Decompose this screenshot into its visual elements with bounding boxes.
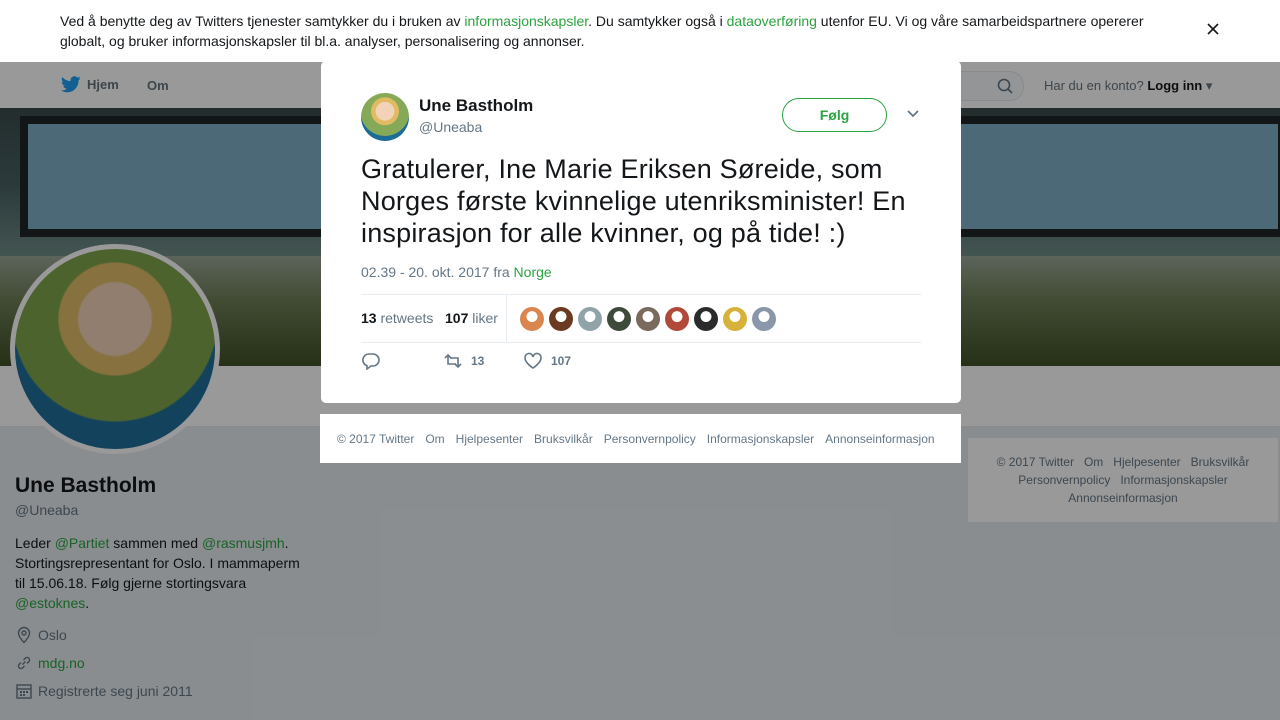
tweet-modal: Une Bastholm @Uneaba Følg Gratulerer, In… bbox=[321, 61, 961, 403]
likes-label: liker bbox=[472, 310, 498, 326]
footer-link[interactable]: Personvernpolicy bbox=[604, 432, 696, 446]
retweet-button[interactable]: 13 bbox=[443, 352, 484, 370]
tweet-time[interactable]: 02.39 - 20. okt. 2017 fra bbox=[361, 264, 514, 280]
follow-label: Følg bbox=[819, 107, 850, 123]
cookie-text-part: . Du samtykker også i bbox=[588, 13, 727, 29]
liker-avatar[interactable] bbox=[607, 307, 631, 331]
footer-link[interactable]: Om bbox=[425, 432, 444, 446]
retweet-icon bbox=[444, 353, 462, 369]
cookie-link-informasjonskapsler[interactable]: informasjonskapsler bbox=[464, 13, 588, 29]
like-count: 107 bbox=[551, 354, 572, 368]
stats-divider bbox=[506, 295, 507, 342]
retweets-stat[interactable]: 13 retweets bbox=[361, 310, 433, 326]
footer-link[interactable]: Hjelpesenter bbox=[456, 432, 523, 446]
modal-close-button[interactable] bbox=[1232, 10, 1260, 38]
close-icon bbox=[1207, 23, 1219, 35]
more-options-button[interactable] bbox=[905, 107, 921, 119]
liker-avatar[interactable] bbox=[723, 307, 747, 331]
tweet-author-avatar[interactable] bbox=[361, 93, 409, 141]
liker-avatar[interactable] bbox=[549, 307, 573, 331]
like-button[interactable]: 107 bbox=[523, 352, 571, 370]
cookie-banner: Ved å benytte deg av Twitters tjenester … bbox=[0, 0, 1280, 62]
cookie-text: Ved å benytte deg av Twitters tjenester … bbox=[60, 11, 1170, 51]
close-icon bbox=[1237, 15, 1255, 33]
liker-avatar[interactable] bbox=[520, 307, 544, 331]
footer-link[interactable]: © 2017 Twitter bbox=[337, 432, 414, 446]
footer-link[interactable]: Informasjonskapsler bbox=[707, 432, 814, 446]
likes-stat[interactable]: 107 liker bbox=[445, 310, 498, 326]
reply-button[interactable] bbox=[361, 352, 381, 370]
retweets-label: retweets bbox=[380, 310, 434, 326]
footer-link[interactable]: Annonseinformasjon bbox=[825, 432, 934, 446]
retweet-count: 13 bbox=[471, 354, 485, 368]
cookie-text-part: Ved å benytte deg av Twitters tjenester … bbox=[60, 13, 465, 29]
tweet-text: Gratulerer, Ine Marie Eriksen Søreide, s… bbox=[361, 154, 906, 248]
footer-link[interactable]: Bruksvilkår bbox=[534, 432, 593, 446]
liker-avatar[interactable] bbox=[578, 307, 602, 331]
tweet-timestamp: 02.39 - 20. okt. 2017 fra Norge bbox=[361, 264, 552, 280]
tweet-actions: 13 107 bbox=[361, 350, 661, 376]
liker-avatar[interactable] bbox=[694, 307, 718, 331]
modal-footer: © 2017 Twitter Om Hjelpesenter Bruksvilk… bbox=[320, 414, 961, 463]
tweet-author-name[interactable]: Une Bastholm bbox=[419, 96, 533, 116]
tweet-stats: 13 retweets 107 liker bbox=[361, 294, 921, 343]
reply-icon bbox=[362, 353, 380, 370]
cookie-close-button[interactable] bbox=[1204, 20, 1222, 38]
liker-avatar[interactable] bbox=[665, 307, 689, 331]
tweet-place-link[interactable]: Norge bbox=[514, 264, 552, 280]
follow-button[interactable]: Følg bbox=[782, 98, 887, 132]
retweets-count: 13 bbox=[361, 310, 377, 326]
cookie-link-dataoverforing[interactable]: dataoverføring bbox=[727, 13, 817, 29]
likes-count: 107 bbox=[445, 310, 469, 326]
liker-avatar[interactable] bbox=[752, 307, 776, 331]
likers-avatars bbox=[520, 307, 776, 331]
liker-avatar[interactable] bbox=[636, 307, 660, 331]
tweet-author-handle[interactable]: @Uneaba bbox=[419, 119, 482, 135]
chevron-down-icon bbox=[907, 110, 919, 118]
heart-icon bbox=[524, 352, 542, 369]
